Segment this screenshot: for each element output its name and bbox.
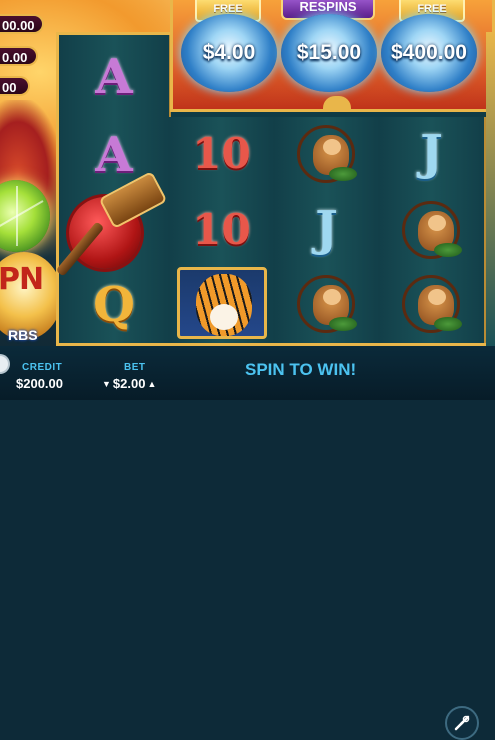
monkey-icon bbox=[293, 271, 361, 335]
left-decoration: 00.00 0.00 00 PN RBS bbox=[0, 0, 62, 345]
symbol-cell bbox=[169, 267, 274, 339]
bet-control: ▼ $2.00 ▲ bbox=[102, 376, 156, 391]
tiger-icon bbox=[176, 267, 267, 339]
reel-3: J bbox=[274, 117, 381, 343]
right-reel-edge bbox=[486, 32, 495, 346]
prize-orb-2: $15.00 bbox=[281, 14, 377, 92]
reel-2: 10 10 bbox=[169, 117, 276, 343]
game-logo-text: PN bbox=[0, 262, 44, 297]
symbol-cell bbox=[379, 193, 484, 265]
respins-panel: FREE RESPINS FREE $4.00 $15.00 $400.00 bbox=[170, 0, 495, 112]
reel-1: A A Q bbox=[55, 35, 171, 343]
symbol-j: J bbox=[420, 125, 443, 181]
symbol-a: A bbox=[95, 127, 133, 183]
reel-4: J bbox=[379, 117, 486, 343]
bet-value: $2.00 bbox=[112, 376, 146, 391]
prize-value: $400.00 bbox=[391, 41, 467, 64]
monkey-icon bbox=[398, 197, 466, 261]
jackpot-3: 00 bbox=[0, 76, 30, 96]
symbol-10: 10 bbox=[192, 128, 251, 178]
monkey-icon bbox=[293, 121, 361, 185]
symbol-cell: J bbox=[379, 117, 484, 189]
symbol-cell: J bbox=[274, 193, 379, 265]
menu-button[interactable] bbox=[0, 356, 8, 372]
monkey-icon bbox=[398, 271, 466, 335]
symbol-cell: 10 bbox=[169, 117, 274, 189]
symbol-cell: A bbox=[59, 41, 169, 113]
symbol-cell: Q bbox=[59, 269, 169, 341]
bet-label: BET bbox=[124, 362, 146, 373]
symbol-cell bbox=[274, 117, 379, 189]
tools-icon bbox=[454, 715, 470, 731]
symbol-cell bbox=[379, 267, 484, 339]
symbol-10: 10 bbox=[192, 204, 251, 254]
spin-to-win-message: SPIN TO WIN! bbox=[245, 360, 357, 379]
prize-orb-1: $4.00 bbox=[181, 14, 277, 92]
panel-ornament bbox=[323, 96, 351, 112]
symbol-cell bbox=[274, 267, 379, 339]
symbol-a: A bbox=[95, 49, 133, 105]
credit-label: CREDIT bbox=[22, 362, 63, 373]
prize-value: $15.00 bbox=[296, 41, 362, 64]
bet-decrease-button[interactable]: ▼ bbox=[102, 379, 111, 389]
jackpot-1: 00.00 bbox=[0, 14, 44, 34]
symbol-q: Q bbox=[93, 277, 135, 333]
settings-button[interactable] bbox=[445, 706, 479, 740]
game-logo-subtext: RBS bbox=[8, 327, 38, 343]
bet-increase-button[interactable]: ▲ bbox=[147, 379, 156, 389]
hammer-icon bbox=[55, 170, 168, 279]
prize-value: $4.00 bbox=[202, 41, 256, 64]
jackpot-2: 0.00 bbox=[0, 46, 38, 66]
credit-value: $200.00 bbox=[16, 376, 63, 391]
symbol-cell: 10 bbox=[169, 193, 274, 265]
prize-orb-3: $400.00 bbox=[381, 14, 477, 92]
symbol-j: J bbox=[315, 201, 338, 257]
